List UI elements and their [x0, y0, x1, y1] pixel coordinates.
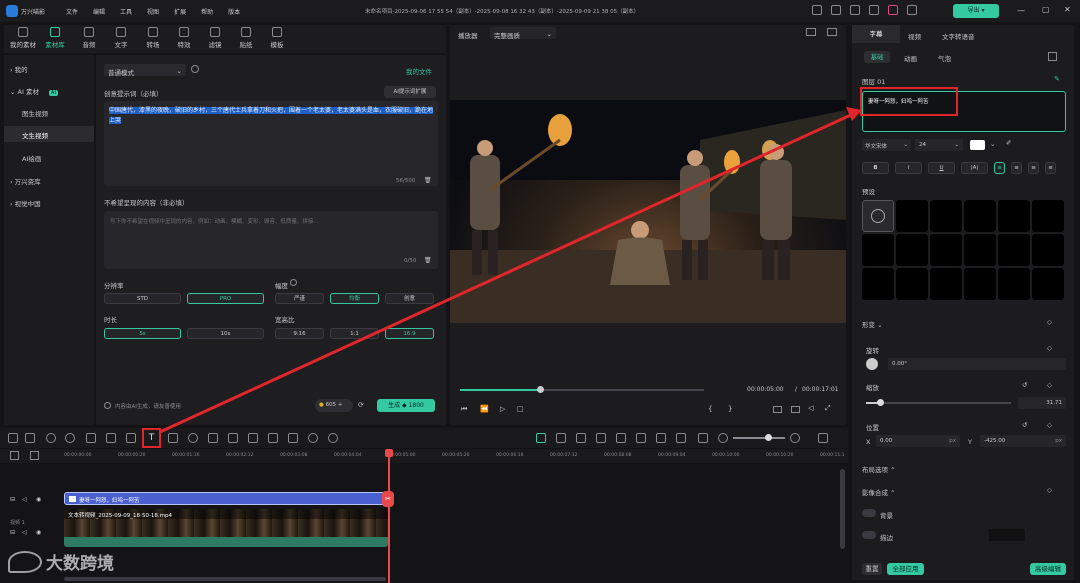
annotation-arrow	[159, 107, 862, 434]
